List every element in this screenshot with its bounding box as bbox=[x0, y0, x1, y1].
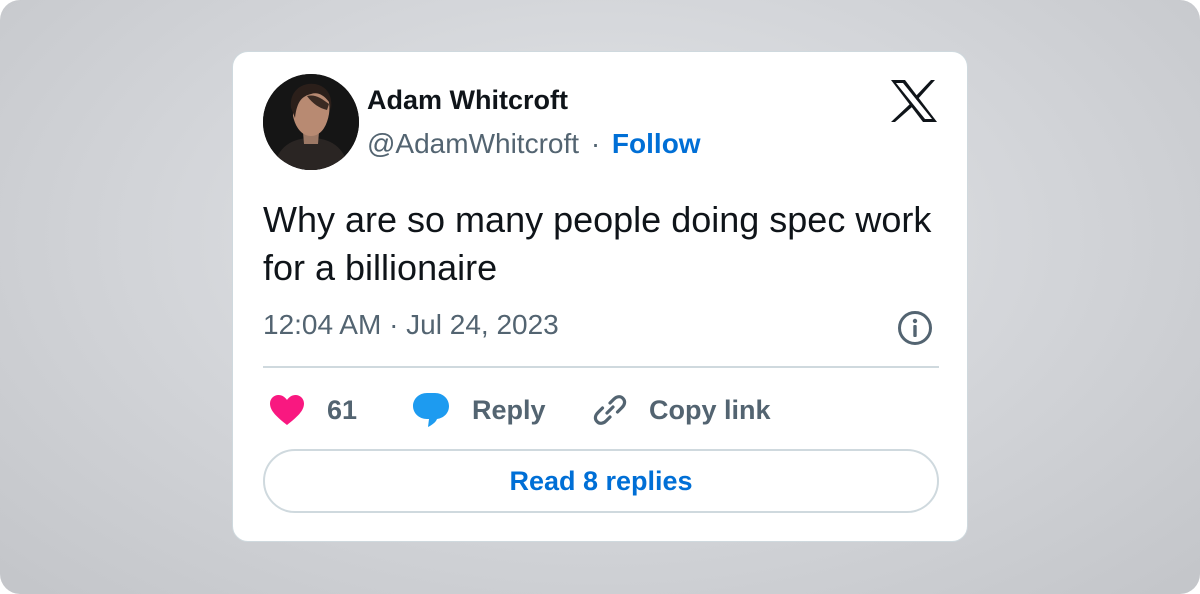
copy-link-label: Copy link bbox=[649, 394, 771, 425]
separator-dot: · bbox=[590, 128, 601, 159]
handle-row: @AdamWhitcroft · Follow bbox=[367, 128, 701, 160]
reply-bubble-icon bbox=[413, 393, 449, 427]
divider bbox=[263, 366, 939, 368]
follow-link[interactable]: Follow bbox=[612, 128, 701, 159]
author-name[interactable]: Adam Whitcroft bbox=[367, 85, 568, 116]
tweet-text: Why are so many people doing spec work f… bbox=[263, 199, 932, 288]
reply-label: Reply bbox=[472, 394, 546, 425]
tweet-card: Adam Whitcroft @AdamWhitcroft · Follow W… bbox=[232, 51, 968, 542]
tweet-timestamp[interactable]: 12:04 AM · Jul 24, 2023 bbox=[263, 309, 559, 341]
background: Adam Whitcroft @AdamWhitcroft · Follow W… bbox=[0, 0, 1200, 594]
x-logo-icon[interactable] bbox=[891, 80, 937, 122]
info-icon[interactable] bbox=[897, 310, 933, 346]
avatar[interactable] bbox=[263, 74, 359, 170]
like-count: 61 bbox=[327, 394, 358, 425]
read-replies-button[interactable]: Read 8 replies bbox=[263, 449, 939, 513]
reply-button[interactable]: Reply bbox=[412, 390, 546, 430]
heart-icon bbox=[270, 395, 304, 425]
author-handle[interactable]: @AdamWhitcroft bbox=[367, 128, 579, 159]
copy-link-button[interactable]: Copy link bbox=[593, 390, 771, 430]
link-icon bbox=[593, 395, 627, 425]
like-button[interactable]: 61 bbox=[269, 390, 357, 430]
avatar-photo bbox=[263, 74, 359, 170]
